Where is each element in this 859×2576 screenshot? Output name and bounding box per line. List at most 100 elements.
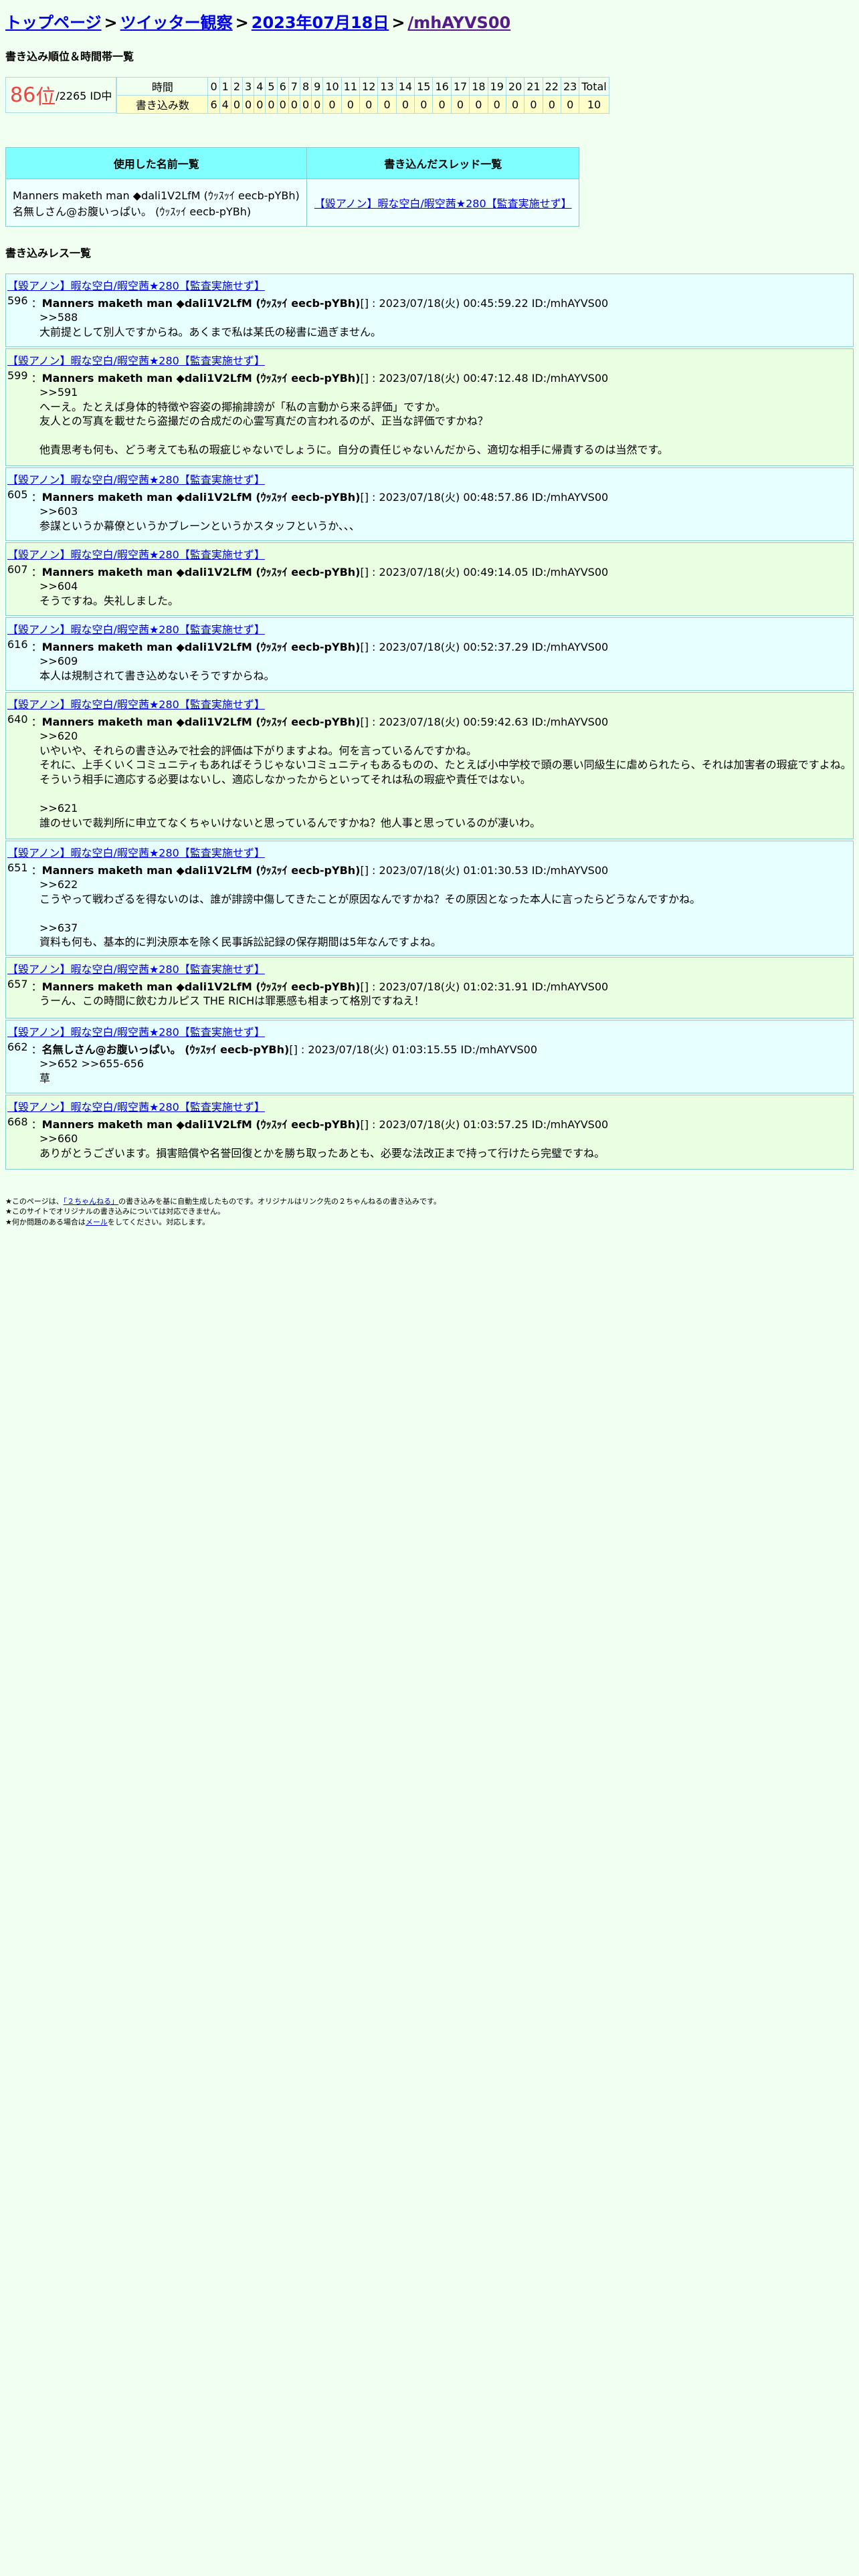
hour-cell: 4 bbox=[254, 77, 266, 96]
post-author: Manners maketh man ◆dali1V2LfM (ｳｯｽｯｲ ee… bbox=[41, 1118, 361, 1131]
post-thread-link[interactable]: 【毀アノン】暇な空白/暇空茜★280【監査実施せず】 bbox=[7, 695, 853, 712]
breadcrumb-date-link[interactable]: 2023年07月18日 bbox=[252, 13, 389, 32]
post-colon: ： bbox=[27, 1043, 42, 1056]
post-item: 【毀アノン】暇な空白/暇空茜★280【監査実施せず】 640 ： Manners m… bbox=[5, 692, 854, 839]
hour-cell: 23 bbox=[560, 77, 580, 96]
posts-list: 【毀アノン】暇な空白/暇空茜★280【監査実施せず】 596 ： Manners m… bbox=[5, 274, 854, 1170]
count-cell: 0 bbox=[395, 95, 415, 114]
post-header: 657 ： Manners maketh man ◆dali1V2LfM (ｳｯｽ… bbox=[7, 978, 853, 994]
post-colon: ： bbox=[27, 566, 42, 578]
name-entry: Manners maketh man ◆dali1V2LfM (ｳｯｽｯｲ ee… bbox=[13, 189, 300, 202]
post-thread-link[interactable]: 【毀アノン】暇な空白/暇空茜★280【監査実施せず】 bbox=[7, 277, 853, 293]
post-header: 651 ： Manners maketh man ◆dali1V2LfM (ｳｯｽ… bbox=[7, 861, 853, 877]
post-colon: ： bbox=[27, 641, 42, 653]
post-header: 662 ：名無しさん@お腹いっぱい。 (ｳｯｽｯｲ eecb-pYBh)[] :… bbox=[7, 1041, 853, 1057]
count-cell: 0 bbox=[487, 95, 506, 114]
post-body: >>591 へーえ。たとえば身体的特徴や容姿の揶揄誹謗が「私の言動から来る評価」… bbox=[39, 386, 668, 457]
hour-cell: 7 bbox=[288, 77, 300, 96]
thread-link[interactable]: 【毀アノン】暇な空白/暇空茜★280【監査実施せず】 bbox=[314, 197, 572, 210]
count-label: 書き込み数 bbox=[116, 95, 209, 114]
breadcrumb-separator: > bbox=[391, 13, 405, 32]
post-author: 名無しさん@お腹いっぱい。 (ｳｯｽｯｲ eecb-pYBh) bbox=[41, 1043, 290, 1056]
ranking-row: 86 位/2265 ID中 時間 0 1 2 3 4 5 6 7 8 9 10 11 12 13 14 15 16 1… bbox=[5, 77, 854, 114]
post-item: 【毀アノン】暇な空白/暇空茜★280【監査実施せず】 605 ： Manners m… bbox=[5, 467, 854, 541]
post-item: 【毀アノン】暇な空白/暇空茜★280【監査実施せず】 599 ： Manners m… bbox=[5, 348, 854, 466]
hour-cell: 1 bbox=[219, 77, 231, 96]
post-colon: ： bbox=[27, 1118, 42, 1131]
count-cell: 10 bbox=[579, 95, 609, 114]
post-number: 651 bbox=[7, 861, 28, 874]
post-number: 605 bbox=[7, 488, 28, 501]
post-thread-link[interactable]: 【毀アノン】暇な空白/暇空茜★280【監査実施せず】 bbox=[7, 1023, 853, 1039]
hour-cell: 19 bbox=[487, 77, 506, 96]
post-thread-link[interactable]: 【毀アノン】暇な空白/暇空茜★280【監査実施せず】 bbox=[7, 621, 853, 637]
hour-cell: 14 bbox=[395, 77, 415, 96]
post-item: 【毀アノン】暇な空白/暇空茜★280【監査実施せず】 651 ： Manners m… bbox=[5, 841, 854, 956]
post-thread-link[interactable]: 【毀アノン】暇な空白/暇空茜★280【監査実施せず】 bbox=[7, 844, 853, 860]
post-number: 657 bbox=[7, 978, 28, 990]
hour-cell: 10 bbox=[322, 77, 342, 96]
post-thread-link[interactable]: 【毀アノン】暇な空白/暇空茜★280【監査実施せず】 bbox=[7, 471, 853, 487]
footer: ★このページは、「２ちゃんねる」の書き込みを基に自動生成したものです。オリジナル… bbox=[5, 1196, 854, 1227]
post-number: 662 bbox=[7, 1041, 28, 1053]
hour-cell: 15 bbox=[414, 77, 434, 96]
post-item: 【毀アノン】暇な空白/暇空茜★280【監査実施せず】 607 ： Manners m… bbox=[5, 542, 854, 616]
post-thread-link[interactable]: 【毀アノン】暇な空白/暇空茜★280【監査実施せず】 bbox=[7, 960, 853, 976]
post-item: 【毀アノン】暇な空白/暇空茜★280【監査実施せず】 596 ： Manners m… bbox=[5, 274, 854, 347]
hour-cell: 22 bbox=[542, 77, 561, 96]
post-meta: [] : 2023/07/18(火) 00:59:42.63 ID:/mhAYV… bbox=[360, 716, 609, 728]
hour-cell: 9 bbox=[311, 77, 324, 96]
post-author: Manners maketh man ◆dali1V2LfM (ｳｯｽｯｲ ee… bbox=[41, 372, 361, 385]
count-cell: 0 bbox=[288, 95, 300, 114]
count-cell: 0 bbox=[341, 95, 361, 114]
hourly-table: 時間 0 1 2 3 4 5 6 7 8 9 10 11 12 13 14 15 16 17 18 19 20 21 22 23… bbox=[116, 77, 609, 114]
post-meta: [] : 2023/07/18(火) 00:47:12.48 ID:/mhAYV… bbox=[360, 372, 609, 385]
count-cell: 0 bbox=[265, 95, 278, 114]
hour-cell: 3 bbox=[242, 77, 255, 96]
post-author: Manners maketh man ◆dali1V2LfM (ｳｯｽｯｲ ee… bbox=[41, 641, 361, 653]
footer-text: ★このサイトでオリジナルの書き込みについては対応できません。 bbox=[5, 1207, 225, 1216]
post-meta: [] : 2023/07/18(火) 01:03:57.25 ID:/mhAYV… bbox=[360, 1118, 609, 1131]
post-body: >>588 大前提として別人ですからね。あくまで私は某氏の秘書に過ぎません。 bbox=[39, 311, 382, 338]
post-colon: ： bbox=[27, 716, 42, 728]
breadcrumb-category-link[interactable]: ツイッター観察 bbox=[120, 13, 233, 32]
post-colon: ： bbox=[27, 372, 42, 385]
threads-cell: 【毀アノン】暇な空白/暇空茜★280【監査実施せず】 bbox=[306, 179, 579, 227]
hour-cell: 18 bbox=[469, 77, 488, 96]
count-cell: 0 bbox=[432, 95, 452, 114]
footer-2ch-link[interactable]: 「２ちゃんねる」 bbox=[64, 1197, 119, 1206]
count-cell: 6 bbox=[207, 95, 220, 114]
post-number: 668 bbox=[7, 1115, 28, 1128]
rank-total: /2265 ID中 bbox=[56, 90, 112, 102]
post-thread-link[interactable]: 【毀アノン】暇な空白/暇空茜★280【監査実施せず】 bbox=[7, 546, 853, 562]
hour-cell: 0 bbox=[207, 77, 220, 96]
footer-text: をしてください。対応します。 bbox=[107, 1217, 210, 1226]
post-header: 605 ： Manners maketh man ◆dali1V2LfM (ｳｯｽ… bbox=[7, 488, 853, 504]
posts-section-title: 書き込みレス一覧 bbox=[5, 247, 92, 259]
footer-mail-link[interactable]: メール bbox=[86, 1218, 108, 1226]
hour-cell: 17 bbox=[450, 77, 470, 96]
count-cell: 0 bbox=[299, 95, 312, 114]
ranking-section-title: 書き込み順位＆時間帯一覧 bbox=[5, 50, 134, 63]
count-cell: 0 bbox=[322, 95, 342, 114]
post-body: >>660 ありがとうございます。損害賠償や名誉回復とかを勝ち取ったあとも、必要… bbox=[39, 1132, 605, 1160]
rank-number: 86 bbox=[10, 83, 36, 107]
count-cell: 4 bbox=[219, 95, 231, 114]
rank-unit: 位 bbox=[35, 86, 56, 109]
breadcrumb-top-link[interactable]: トップページ bbox=[5, 13, 102, 32]
count-cell: 0 bbox=[542, 95, 561, 114]
count-cell: 0 bbox=[276, 95, 289, 114]
breadcrumb-id-link[interactable]: /mhAYVS00 bbox=[407, 13, 510, 32]
post-thread-link[interactable]: 【毀アノン】暇な空白/暇空茜★280【監査実施せず】 bbox=[7, 352, 853, 368]
count-cell: 0 bbox=[230, 95, 244, 114]
post-number: 596 bbox=[7, 294, 28, 307]
post-thread-link[interactable]: 【毀アノン】暇な空白/暇空茜★280【監査実施せず】 bbox=[7, 1098, 853, 1114]
post-author: Manners maketh man ◆dali1V2LfM (ｳｯｽｯｲ ee… bbox=[41, 491, 361, 504]
post-item: 【毀アノン】暇な空白/暇空茜★280【監査実施せず】 616 ： Manners m… bbox=[5, 617, 854, 691]
post-meta: [] : 2023/07/18(火) 00:52:37.29 ID:/mhAYV… bbox=[360, 641, 609, 653]
hour-cell: 5 bbox=[265, 77, 278, 96]
post-author: Manners maketh man ◆dali1V2LfM (ｳｯｽｯｲ ee… bbox=[41, 716, 361, 728]
hour-cell: 13 bbox=[377, 77, 397, 96]
post-author: Manners maketh man ◆dali1V2LfM (ｳｯｽｯｲ ee… bbox=[41, 980, 361, 993]
names-column-header: 使用した名前一覧 bbox=[5, 147, 308, 179]
